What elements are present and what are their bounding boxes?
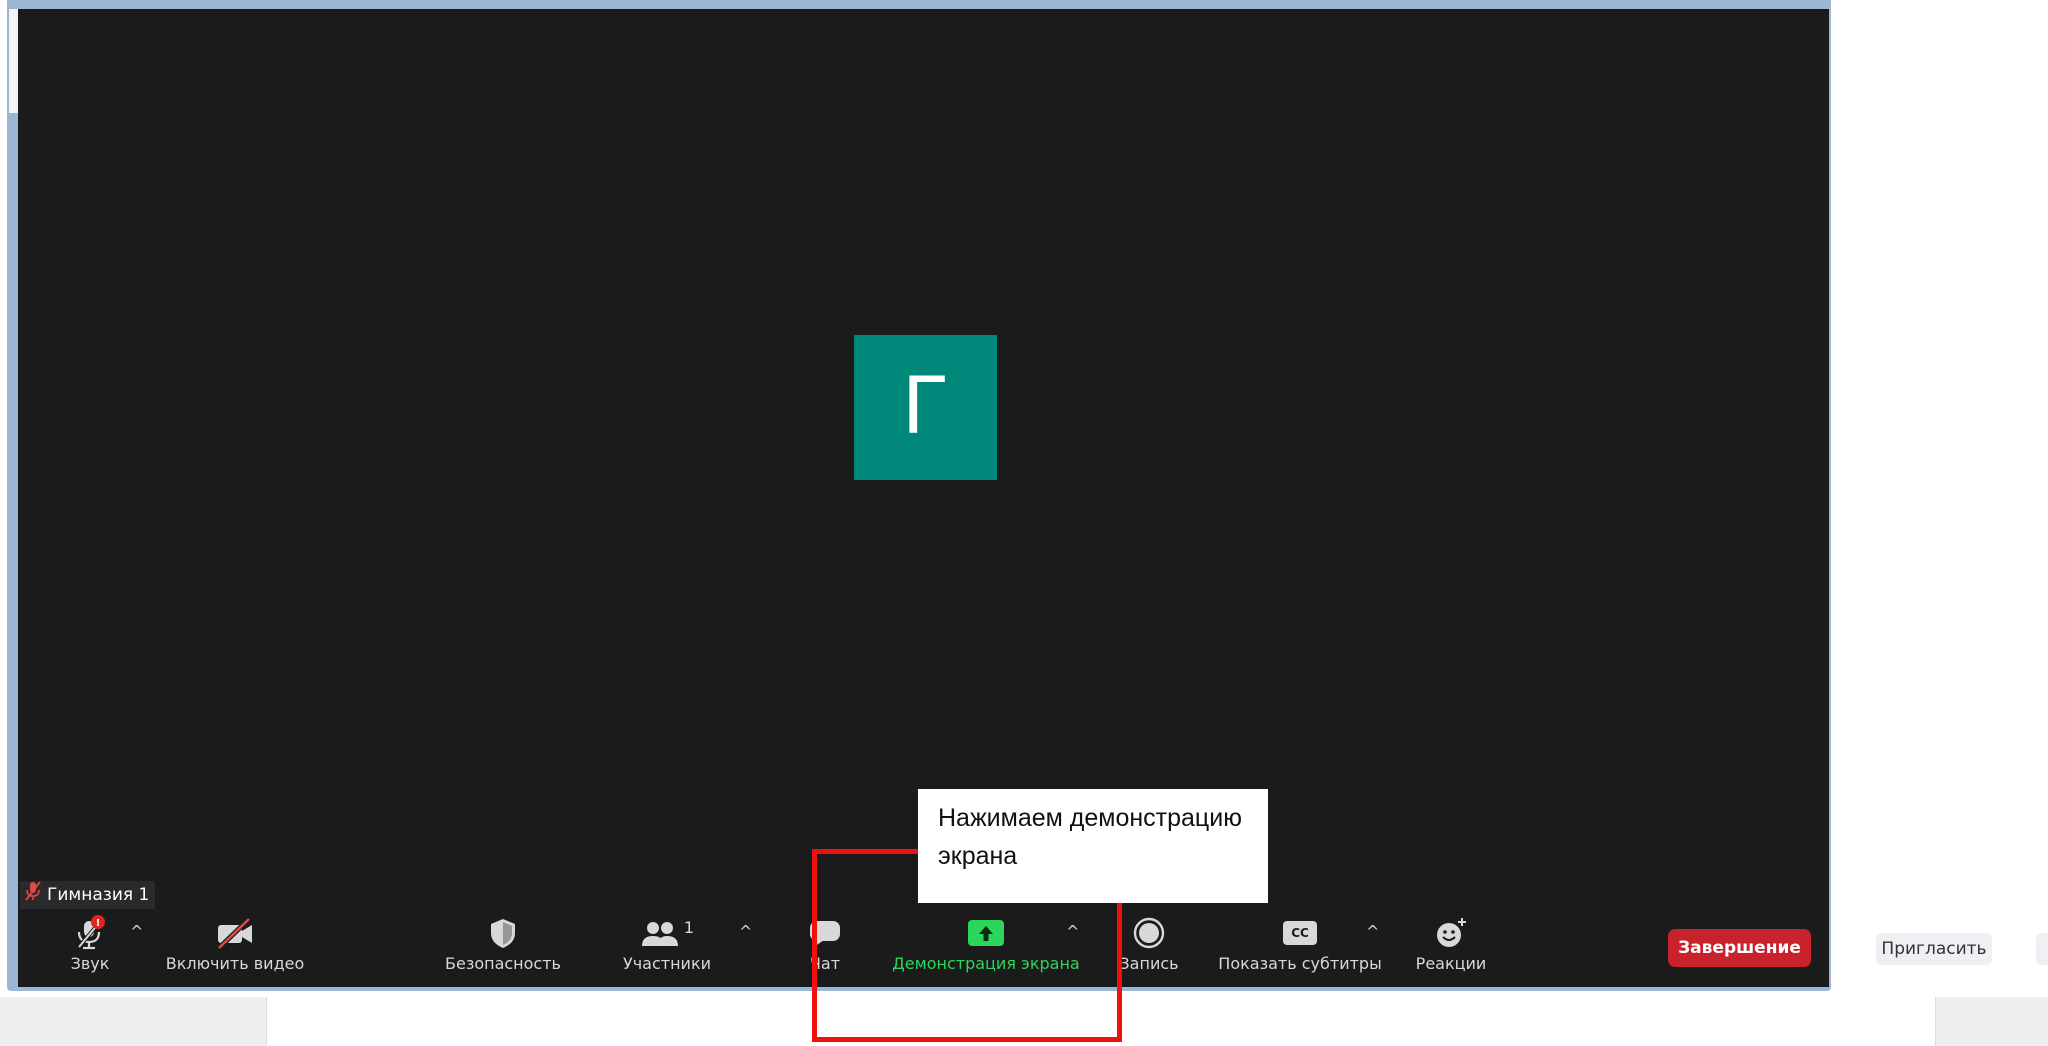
chat-bubble-icon (808, 915, 842, 951)
participants-label: Участники (622, 954, 712, 973)
participants-button[interactable]: 1 Участники (622, 915, 712, 974)
record-icon (1132, 915, 1166, 951)
participants-options-chevron-up-icon[interactable]: ^ (739, 922, 752, 941)
participants-count: 1 (683, 917, 695, 937)
closed-captions-icon: CC (1283, 915, 1317, 951)
instruction-callout: Нажимаем демонстрацию экрана (918, 789, 1268, 903)
share-options-chevron-up-icon[interactable]: ^ (1066, 922, 1079, 941)
show-captions-label: Показать субтитры (1218, 954, 1382, 973)
share-screen-button[interactable]: Демонстрация экрана (892, 915, 1080, 973)
record-label: Запись (1119, 954, 1179, 973)
audio-button[interactable]: ! Звук (62, 915, 118, 973)
start-video-button[interactable]: Включить видео (165, 915, 305, 973)
chat-button[interactable]: Чат (801, 915, 849, 973)
participant-name-tag: Гимназия 1 (20, 880, 156, 910)
reactions-button[interactable]: Реакции (1411, 915, 1491, 973)
show-captions-button[interactable]: CC Показать субтитры (1218, 915, 1382, 973)
security-button[interactable]: Безопасность (443, 915, 563, 973)
audio-options-chevron-up-icon[interactable]: ^ (130, 922, 143, 941)
participant-avatar: Г (854, 335, 997, 480)
instruction-line-2: экрана (938, 842, 1018, 870)
instruction-line-1: Нажимаем демонстрацию (938, 804, 1242, 832)
captions-options-chevron-up-icon[interactable]: ^ (1366, 922, 1379, 941)
emoji-add-icon (1433, 915, 1469, 951)
shield-icon (488, 915, 518, 951)
record-button[interactable]: Запись (1114, 915, 1184, 973)
microphone-muted-icon (24, 880, 42, 910)
microphone-muted-icon: ! (73, 915, 107, 951)
audio-alert-badge: ! (96, 918, 101, 929)
share-screen-label: Демонстрация экрана (892, 954, 1080, 973)
video-off-icon (215, 915, 255, 951)
start-video-label: Включить видео (165, 954, 305, 973)
security-label: Безопасность (445, 954, 561, 973)
chat-label: Чат (809, 954, 841, 973)
people-icon: 1 (640, 915, 694, 951)
side-panel-secondary-button[interactable] (2036, 933, 2048, 965)
side-panel (1830, 0, 2048, 990)
captions-badge: CC (1283, 921, 1317, 945)
document-page-background (266, 997, 1936, 1046)
participant-name: Гимназия 1 (47, 885, 150, 905)
invite-button[interactable]: Пригласить (1876, 933, 1992, 965)
reactions-label: Реакции (1415, 954, 1487, 973)
share-screen-icon (967, 915, 1005, 951)
end-meeting-button[interactable]: Завершение (1668, 929, 1811, 967)
audio-label: Звук (70, 954, 110, 973)
window-left-strip (9, 9, 18, 113)
